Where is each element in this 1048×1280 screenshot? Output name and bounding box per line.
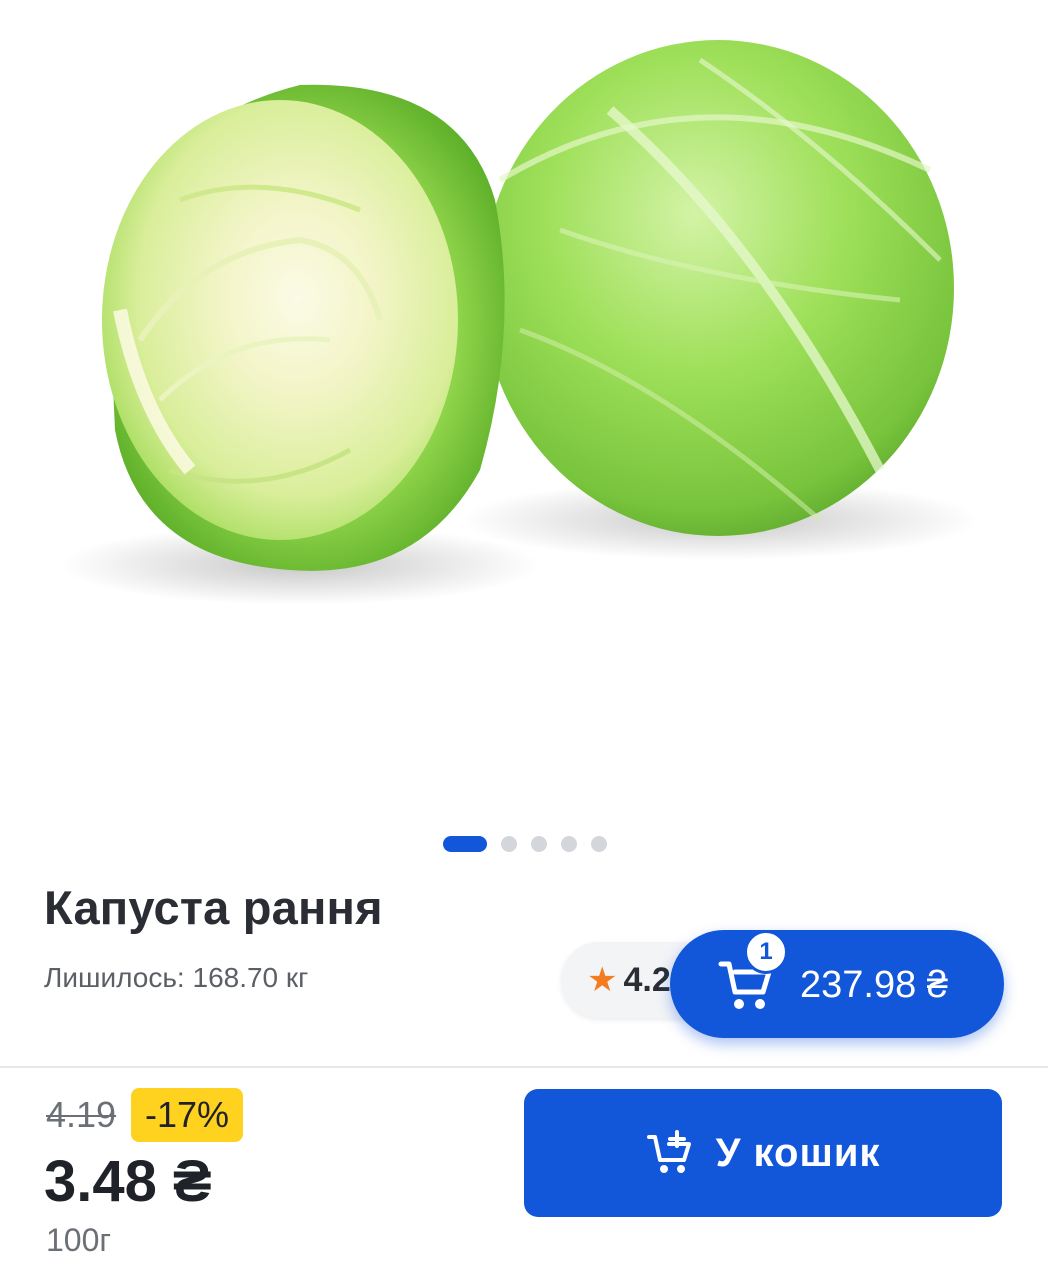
add-to-cart-label: У кошик <box>715 1130 881 1175</box>
product-image-gallery[interactable] <box>0 0 1048 820</box>
price-unit: 100г <box>46 1222 112 1258</box>
cart-total: 237.98 ₴ <box>800 964 948 1006</box>
gallery-pagination <box>443 836 607 852</box>
current-price: 3.48 ₴ <box>44 1149 212 1214</box>
old-price: 4.19 <box>46 1094 117 1135</box>
product-title: Капуста рання <box>44 881 383 934</box>
pagination-dot[interactable] <box>531 836 547 852</box>
stock-remaining: Лишилось: 168.70 кг <box>44 962 309 993</box>
add-to-cart-button[interactable]: У кошик <box>524 1089 1002 1217</box>
cart-plus-icon <box>646 1130 691 1173</box>
rating-value: 4.2 <box>623 960 671 999</box>
cart-floating-button[interactable]: 1 237.98 ₴ <box>670 930 1004 1038</box>
cart-count-badge: 1 <box>744 930 788 974</box>
pagination-dot[interactable] <box>501 836 517 852</box>
star-icon: ★ <box>587 961 618 999</box>
pagination-dot[interactable] <box>561 836 577 852</box>
pagination-dot[interactable] <box>591 836 607 852</box>
discount-badge: -17% <box>131 1088 243 1142</box>
cabbage-photo <box>60 40 980 605</box>
pagination-dot-active[interactable] <box>443 836 487 852</box>
